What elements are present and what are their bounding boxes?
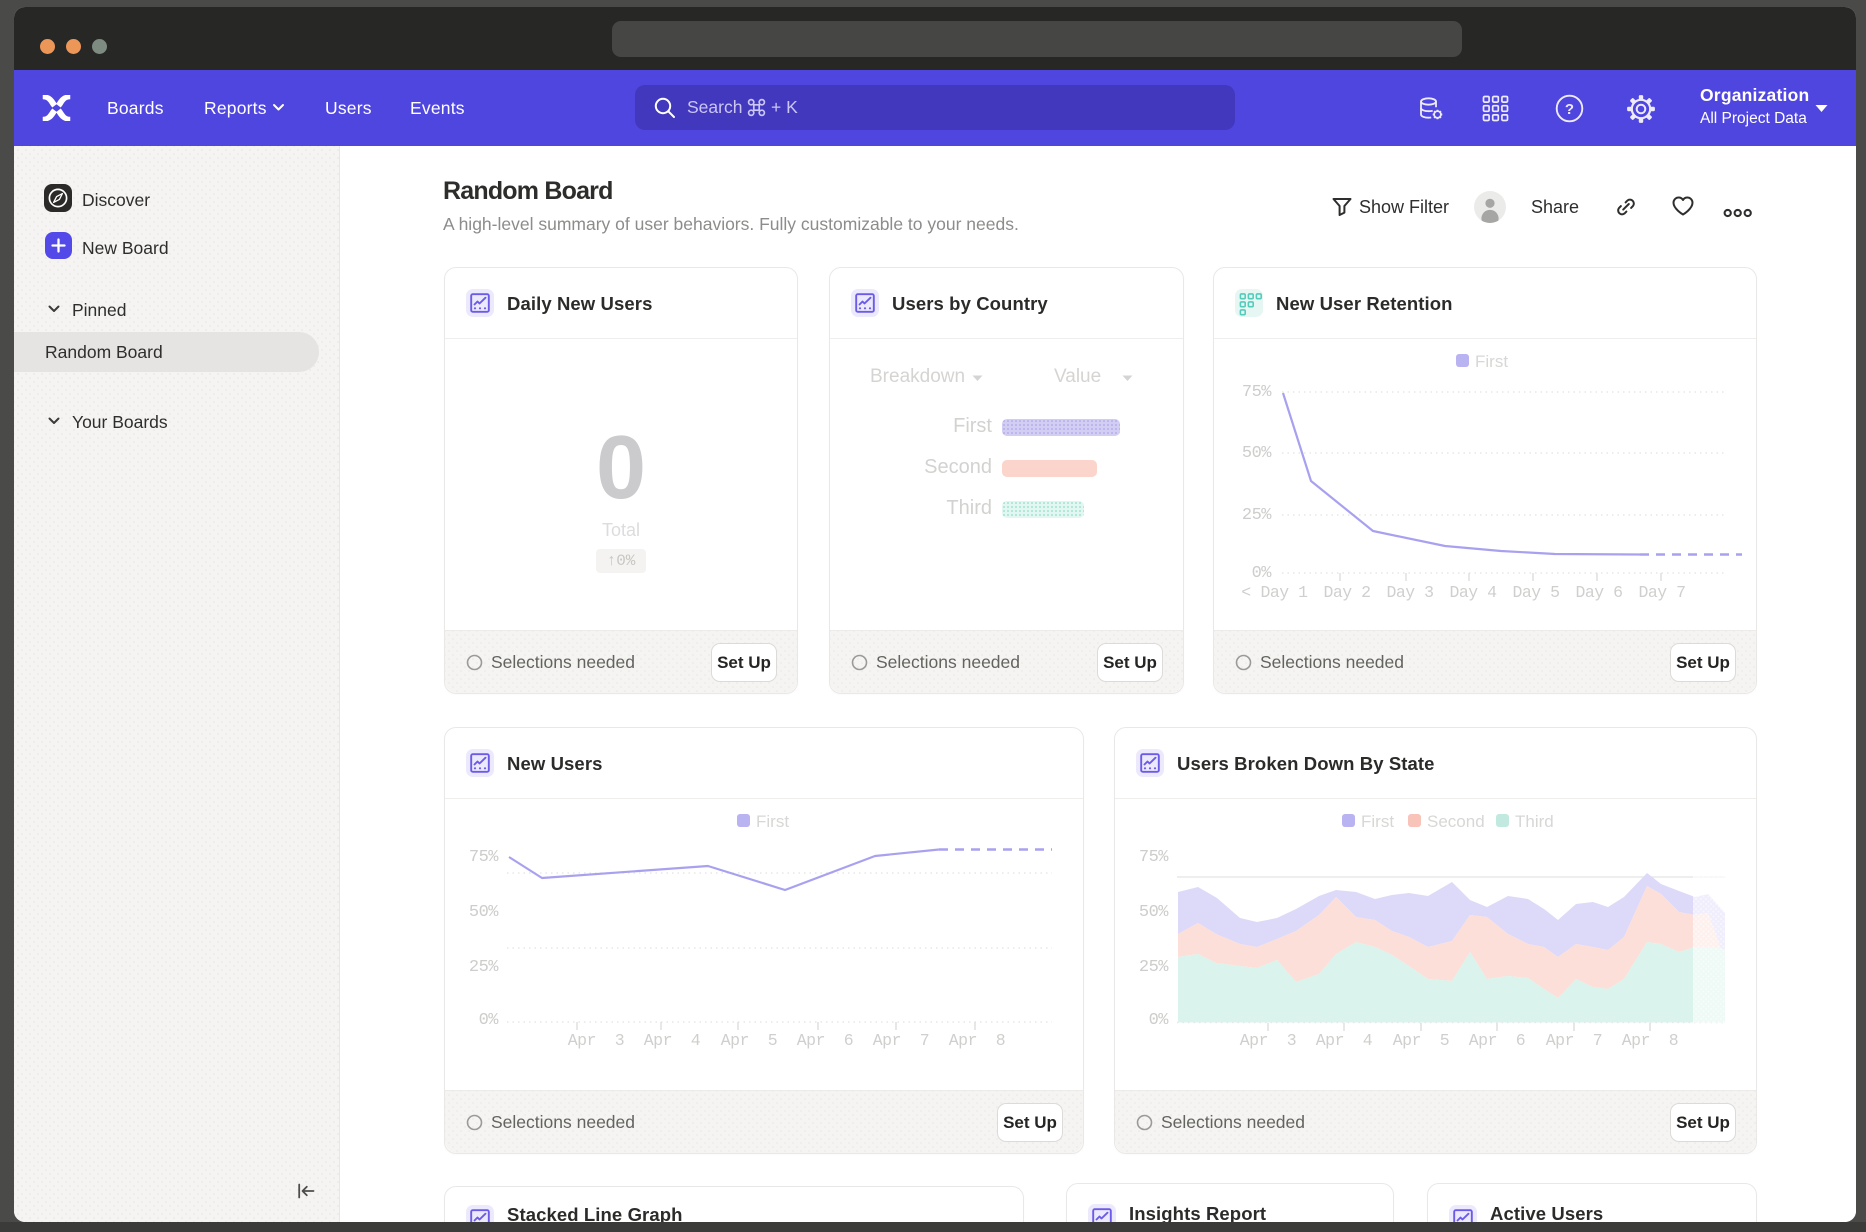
svg-text:?: ? xyxy=(1565,101,1574,118)
